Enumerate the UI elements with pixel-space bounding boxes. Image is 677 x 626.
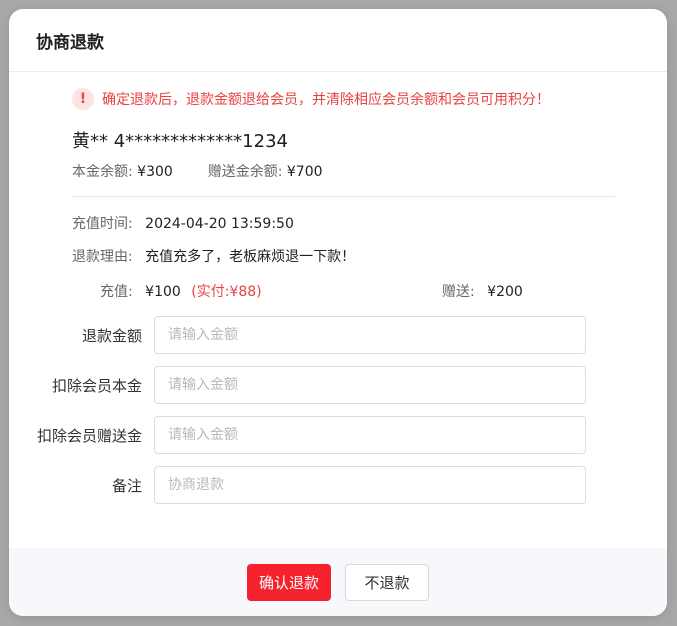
refund-reason-value: 充值充多了，老板麻烦退一下款！ bbox=[145, 249, 356, 265]
recharge-time-label: 充值时间: bbox=[72, 216, 133, 232]
deduct-principal-label: 扣除会员本金 bbox=[51, 376, 142, 395]
decline-refund-button[interactable]: 不退款 bbox=[345, 563, 429, 601]
recharge-time-row: 充值时间: 2024-04-20 13:59:50 bbox=[72, 213, 294, 233]
remark-input[interactable] bbox=[154, 466, 586, 504]
gift-amount-label: 赠送: bbox=[442, 284, 475, 300]
dialog-footer: 确认退款 不退款 bbox=[9, 548, 667, 616]
warning-banner: ! 确定退款后，退款金额退给会员，并清除相应会员余额和会员可用积分！ bbox=[72, 88, 550, 110]
recharge-time-value: 2024-04-20 13:59:50 bbox=[145, 216, 294, 232]
deduct-principal-input[interactable] bbox=[154, 366, 586, 404]
refund-amount-input[interactable] bbox=[154, 316, 586, 354]
deduct-bonus-row: 扣除会员赠送金 bbox=[9, 416, 667, 454]
principal-balance-value: ¥300 bbox=[137, 164, 173, 180]
recharge-amount: 充值: ¥100 (实付:¥88) bbox=[100, 281, 262, 301]
refund-reason-label: 退款理由: bbox=[72, 249, 133, 265]
bonus-balance-value: ¥700 bbox=[286, 164, 323, 180]
remark-label: 备注 bbox=[111, 476, 142, 495]
deduct-principal-row: 扣除会员本金 bbox=[9, 366, 667, 404]
dialog-body: ! 确定退款后，退款金额退给会员，并清除相应会员余额和会员可用积分！ 黄** 4… bbox=[9, 72, 667, 548]
refund-amount-row: 退款金额 bbox=[9, 316, 667, 354]
remark-row: 备注 bbox=[9, 466, 667, 504]
dialog-title: 协商退款 bbox=[36, 32, 104, 53]
refund-dialog: 协商退款 ! 确定退款后，退款金额退给会员，并清除相应会员余额和会员可用积分！ … bbox=[9, 9, 667, 616]
member-balances: 本金余额: ¥300 赠送金余额: ¥700 bbox=[72, 161, 323, 181]
dialog-header: 协商退款 bbox=[9, 9, 667, 72]
member-name: 黄** 4*************1234 bbox=[72, 131, 288, 152]
divider bbox=[72, 196, 615, 197]
gift-amount: 赠送: ¥200 bbox=[442, 281, 523, 301]
actual-paid-value: (实付:¥88) bbox=[191, 284, 262, 300]
gift-amount-value: ¥200 bbox=[487, 284, 523, 300]
bonus-balance-label: 赠送金余额: bbox=[207, 164, 283, 180]
principal-balance-label: 本金余额: bbox=[72, 164, 133, 180]
refund-amount-label: 退款金额 bbox=[81, 326, 142, 345]
refund-reason-row: 退款理由: 充值充多了，老板麻烦退一下款！ bbox=[72, 246, 355, 266]
confirm-refund-button[interactable]: 确认退款 bbox=[247, 563, 331, 601]
deduct-bonus-input[interactable] bbox=[154, 416, 586, 454]
warning-text: 确定退款后，退款金额退给会员，并清除相应会员余额和会员可用积分！ bbox=[102, 92, 550, 108]
exclamation-icon: ! bbox=[72, 88, 94, 110]
deduct-bonus-label: 扣除会员赠送金 bbox=[36, 426, 142, 445]
recharge-amount-label: 充值: bbox=[100, 284, 133, 300]
recharge-amount-value: ¥100 bbox=[145, 284, 181, 300]
